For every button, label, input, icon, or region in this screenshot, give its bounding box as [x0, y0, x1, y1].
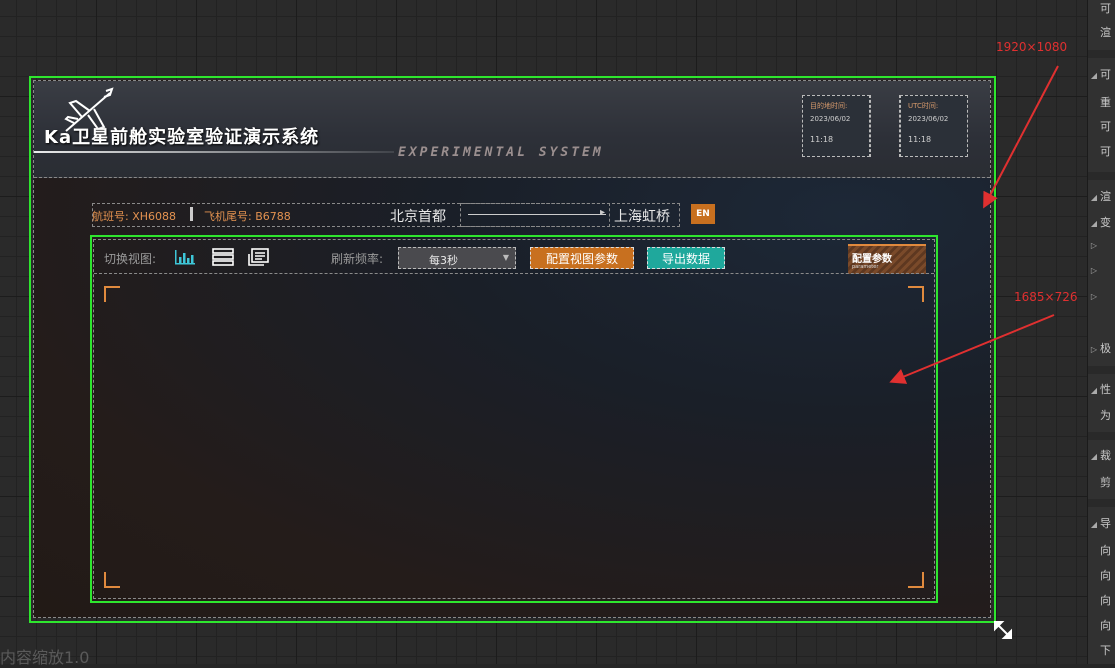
system-subtitle: EXPERIMENTAL SYSTEM [398, 145, 604, 160]
utc-time: 11:18 [908, 135, 932, 144]
divider [190, 207, 193, 221]
property-row[interactable]: 向 [1088, 567, 1111, 583]
arrival-city: 上海虹桥 [614, 209, 670, 225]
property-panel: 可 渲 ◢ 可 重 可 可 ◢ 渲 ◢ 变 ▷ ▷ ▷ ▷ 极 ◢ 性 为 ◢ 裁 剪 ◢ 导… [1087, 0, 1115, 664]
panel-size-label: 1685×726 [1014, 290, 1078, 304]
property-row[interactable]: 渲 [1088, 24, 1111, 40]
section-header[interactable]: ◢ 裁 [1088, 447, 1111, 463]
flight-number: 航班号: XH6088 [92, 210, 177, 223]
property-row[interactable]: 剪 [1088, 474, 1111, 490]
section-header[interactable]: ◢ 渲 [1088, 188, 1111, 204]
property-row[interactable]: 为 [1088, 407, 1111, 423]
property-row[interactable]: 向 [1088, 617, 1111, 633]
panel-selection[interactable] [90, 235, 938, 603]
utc-time-box: UTC时间: 2023/06/02 11:18 [900, 95, 968, 157]
local-date: 2023/06/02 [810, 115, 851, 123]
tree-item[interactable]: ▷ [1088, 289, 1100, 302]
property-row[interactable]: 向 [1088, 542, 1111, 558]
section-header[interactable]: ◢ 导 [1088, 515, 1111, 531]
route-box [460, 203, 610, 227]
departure-city: 北京首都 [390, 209, 446, 225]
tree-item[interactable]: ▷ [1088, 238, 1100, 251]
tail-number: 飞机尾号: B6788 [204, 210, 291, 223]
route-line [468, 214, 606, 215]
property-row[interactable]: 下 [1088, 642, 1111, 658]
section-header[interactable]: ◢ 性 [1088, 381, 1111, 397]
local-time-label: 目的地时间: [810, 102, 848, 110]
time-separator [870, 95, 900, 157]
property-row[interactable]: 可 [1088, 0, 1111, 16]
property-row[interactable]: 可 [1088, 143, 1111, 159]
system-title: Ka卫星前舱实验室验证演示系统 [44, 127, 320, 148]
artboard-size-label: 1920×1080 [996, 40, 1068, 54]
property-row[interactable]: 可 [1088, 118, 1111, 134]
utc-date: 2023/06/02 [908, 115, 949, 123]
property-row[interactable]: 向 [1088, 592, 1111, 608]
header: Ka卫星前舱实验室验证演示系统 EXPERIMENTAL SYSTEM 目的地时… [34, 81, 990, 178]
language-button[interactable]: EN [691, 204, 715, 224]
tree-item[interactable]: ▷ 极 [1088, 340, 1111, 356]
utc-time-label: UTC时间: [908, 102, 939, 110]
local-time-box: 目的地时间: 2023/06/02 11:18 [802, 95, 870, 157]
zoom-label: 内容缩放1.0 [0, 648, 90, 667]
arrow-right-icon: ▸ [600, 207, 606, 218]
section-header[interactable]: ◢ 可 [1088, 66, 1111, 82]
title-underline [34, 151, 394, 153]
local-time: 11:18 [810, 135, 834, 144]
section-header[interactable]: ◢ 变 [1088, 214, 1111, 230]
resize-handle-icon[interactable] [994, 621, 1012, 639]
property-row[interactable]: 重 [1088, 94, 1111, 110]
tree-item[interactable]: ▷ [1088, 263, 1100, 276]
